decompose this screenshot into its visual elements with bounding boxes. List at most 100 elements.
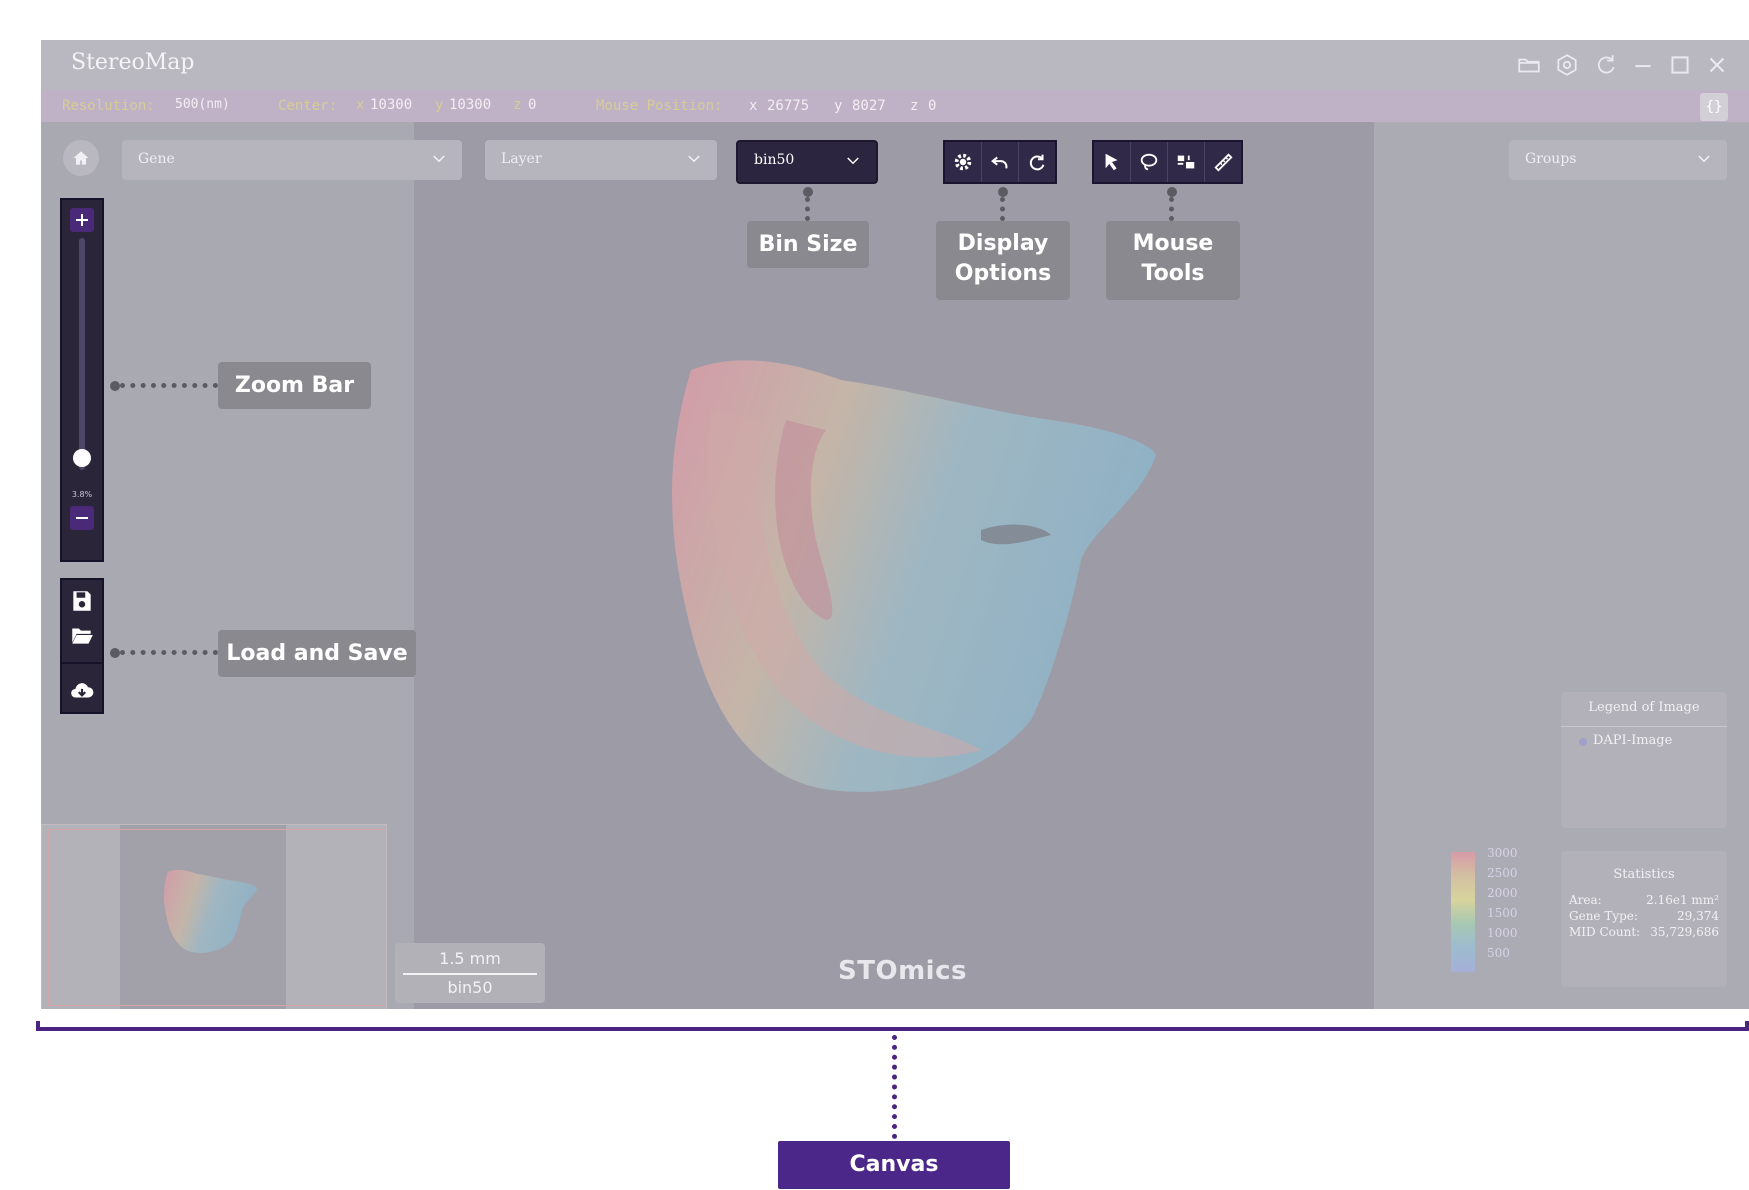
colorbar-tick: 2000 <box>1487 886 1518 900</box>
annotation-dot <box>110 648 120 658</box>
title-bar: StereoMap <box>41 40 1749 90</box>
rect-select-tool-button[interactable] <box>1168 142 1205 182</box>
minimap[interactable] <box>41 824 387 1009</box>
zoom-bar-callout: Zoom Bar <box>218 362 371 409</box>
annotation-dot <box>998 187 1008 197</box>
settings-hex-icon[interactable] <box>1554 52 1580 78</box>
ruler-icon <box>1214 153 1233 172</box>
redo-icon <box>1029 154 1045 171</box>
mouse-tools-callout: Mouse Tools <box>1106 221 1240 300</box>
display-options-callout: Display Options <box>936 221 1070 300</box>
zoom-out-button[interactable] <box>70 506 94 530</box>
stat-gene-type-value: 29,374 <box>1677 909 1719 923</box>
stat-area-value: 2.16e1 mm² <box>1646 893 1719 907</box>
load-save-callout: Load and Save <box>218 630 416 677</box>
lasso-icon <box>1140 153 1158 171</box>
center-y-value: 10300 <box>449 97 492 113</box>
zoom-in-button[interactable] <box>70 208 94 232</box>
undo-button[interactable] <box>982 142 1019 182</box>
zoom-bar: 3.8% <box>60 198 104 562</box>
minimize-icon[interactable] <box>1630 52 1656 78</box>
rect-select-icon <box>1177 155 1195 169</box>
cloud-download-icon <box>71 683 94 698</box>
home-button[interactable] <box>63 140 99 176</box>
minimap-tissue <box>164 869 258 953</box>
scale-bar: 1.5 mm bin50 <box>395 943 545 1003</box>
display-settings-button[interactable] <box>945 142 982 182</box>
stat-mid-count-label: MID Count: <box>1569 925 1641 939</box>
stomics-logo: STOmics <box>838 956 967 986</box>
center-x-label: x <box>356 97 365 113</box>
chevron-down-icon <box>433 155 445 163</box>
app-title: StereoMap <box>71 50 195 75</box>
app-window: StereoMap Resolution: 500(nm) Center: x … <box>41 40 1749 1009</box>
colorbar-tick: 3000 <box>1487 846 1518 860</box>
undo-icon <box>991 156 1008 169</box>
close-icon[interactable] <box>1704 52 1730 78</box>
gene-dropdown[interactable]: Gene <box>122 140 462 180</box>
scale-length: 1.5 mm <box>439 949 501 968</box>
mouse-y-value: 8027 <box>852 98 886 114</box>
display-options-group <box>943 140 1057 184</box>
groups-dropdown[interactable]: Groups <box>1509 140 1727 180</box>
color-scale-bar <box>1451 852 1475 972</box>
center-label: Center: <box>278 98 338 114</box>
center-y-label: y <box>435 97 444 113</box>
tissue-heatmap[interactable] <box>651 350 1171 850</box>
open-folder-icon[interactable] <box>1516 52 1542 78</box>
stat-mid-count-value: 35,729,686 <box>1650 925 1719 939</box>
canvas-bracket <box>36 1021 1749 1031</box>
resolution-value: 500(nm) <box>175 97 230 112</box>
chevron-down-icon <box>847 157 859 165</box>
scale-line <box>403 973 537 975</box>
center-z-label: z <box>513 97 522 113</box>
status-bar: Resolution: 500(nm) Center: x 10300 y 10… <box>41 90 1749 122</box>
zoom-percent: 3.8% <box>71 490 93 499</box>
select-tool-button[interactable] <box>1094 142 1131 182</box>
cloud-download-button[interactable] <box>69 678 95 704</box>
home-icon <box>73 151 89 165</box>
zoom-slider-track[interactable] <box>79 238 85 470</box>
toolbar-divider <box>62 662 102 664</box>
maximize-icon[interactable] <box>1667 52 1693 78</box>
measure-tool-button[interactable] <box>1205 142 1241 182</box>
statistics-panel: Statistics Area: 2.16e1 mm² Gene Type: 2… <box>1561 851 1727 987</box>
mouse-position-label: Mouse Position: <box>596 98 723 114</box>
legend-item[interactable]: DAPI-Image <box>1593 733 1672 748</box>
redo-button[interactable] <box>1019 142 1055 182</box>
scale-bin: bin50 <box>447 978 493 997</box>
colorbar-tick: 1500 <box>1487 906 1518 920</box>
refresh-icon[interactable] <box>1592 52 1618 78</box>
save-button[interactable] <box>69 588 95 614</box>
annotation-line <box>120 650 218 655</box>
minus-icon <box>76 517 88 519</box>
mouse-z-value: 0 <box>928 98 937 114</box>
lasso-tool-button[interactable] <box>1131 142 1168 182</box>
gene-dropdown-label: Gene <box>138 151 175 167</box>
mouse-y-label: y <box>834 98 843 114</box>
bin-size-value: bin50 <box>754 152 795 168</box>
annotation-dot <box>1167 187 1177 197</box>
legend-title: Legend of Image <box>1588 700 1700 715</box>
annotation-dot <box>110 381 120 391</box>
statistics-title: Statistics <box>1613 867 1675 882</box>
legend-swatch <box>1579 738 1587 746</box>
mouse-tools-text-2: Tools <box>1141 261 1205 286</box>
groups-dropdown-label: Groups <box>1525 151 1577 167</box>
center-x-value: 10300 <box>370 97 413 113</box>
status-expand-button[interactable]: {} <box>1700 93 1728 121</box>
annotation-line <box>805 197 810 221</box>
pointer-icon <box>1105 153 1118 171</box>
display-options-text-2: Options <box>954 261 1052 286</box>
colorbar-tick: 2500 <box>1487 866 1518 880</box>
bin-size-dropdown[interactable]: bin50 <box>736 140 878 184</box>
mouse-tools-group <box>1092 140 1243 184</box>
layer-dropdown[interactable]: Layer <box>485 140 717 180</box>
load-button[interactable] <box>69 622 95 648</box>
zoom-slider-thumb[interactable] <box>73 449 91 468</box>
canvas-line <box>892 1035 897 1139</box>
canvas-callout: Canvas <box>778 1141 1010 1189</box>
annotation-line <box>1000 197 1005 221</box>
gear-icon <box>954 153 972 171</box>
colorbar-tick: 1000 <box>1487 926 1518 940</box>
